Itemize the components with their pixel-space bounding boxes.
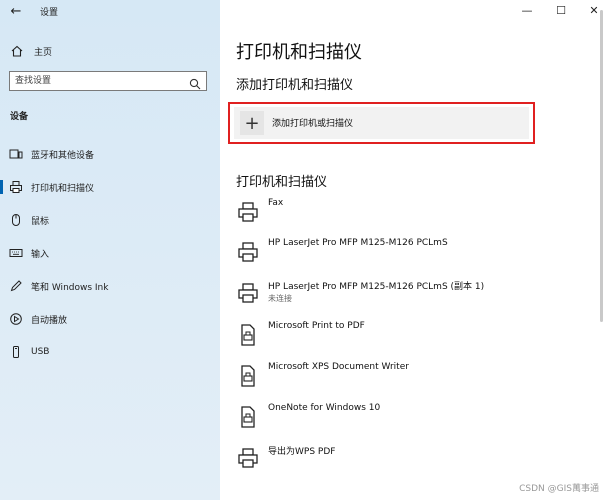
sidebar-item-label: 自动播放: [31, 315, 68, 326]
page-title: 打印机和扫描仪: [236, 42, 362, 63]
printer-name: OneNote for Windows 10: [268, 403, 381, 413]
printer-item-fax[interactable]: Fax: [220, 196, 600, 236]
printer-name: Fax: [268, 198, 284, 208]
printer-name: HP LaserJet Pro MFP M125-M126 PCLmS (副本 …: [268, 282, 485, 292]
printer-item-hp-copy[interactable]: HP LaserJet Pro MFP M125-M126 PCLmS (副本 …: [220, 277, 600, 317]
printer-icon: [236, 446, 260, 470]
document-printer-icon: [236, 323, 260, 347]
printer-list-title: 打印机和扫描仪: [236, 175, 328, 190]
home-icon: [10, 44, 24, 58]
back-arrow-icon[interactable]: ←: [8, 4, 24, 20]
sidebar-item-label: 打印机和扫描仪: [31, 183, 95, 194]
plus-icon: +: [240, 111, 264, 135]
search-icon[interactable]: [189, 75, 201, 90]
printer-item-ms-pdf[interactable]: Microsoft Print to PDF: [220, 319, 600, 359]
printer-icon: [9, 180, 23, 194]
watermark: CSDN @GIS萬事通: [519, 484, 599, 494]
main-content: 打印机和扫描仪 添加打印机和扫描仪 + 添加打印机或扫描仪 打印机和扫描仪 Fa…: [220, 0, 607, 500]
app-title: 设置: [40, 8, 59, 18]
keyboard-icon: [9, 246, 23, 260]
printer-item-wps[interactable]: 导出为WPS PDF: [220, 442, 600, 482]
add-printer-button[interactable]: + 添加打印机或扫描仪: [234, 107, 529, 139]
printer-icon: [236, 240, 260, 264]
sidebar-item-bluetooth[interactable]: 蓝牙和其他设备: [0, 143, 220, 165]
printer-item-hp[interactable]: HP LaserJet Pro MFP M125-M126 PCLmS: [220, 236, 600, 276]
pen-icon: [9, 279, 23, 293]
mouse-icon: [9, 213, 23, 227]
printer-status: 未连接: [268, 294, 292, 303]
sidebar-item-typing[interactable]: 输入: [0, 242, 220, 264]
printer-name: Microsoft XPS Document Writer: [268, 362, 409, 372]
bluetooth-devices-icon: [9, 147, 23, 161]
add-section-title: 添加打印机和扫描仪: [236, 78, 354, 93]
home-label: 主页: [34, 47, 53, 58]
nav-home[interactable]: 主页: [10, 42, 52, 60]
search-box[interactable]: [9, 71, 207, 91]
sidebar-item-printers[interactable]: 打印机和扫描仪: [0, 176, 220, 198]
add-printer-highlight: + 添加打印机或扫描仪: [228, 102, 535, 144]
active-indicator: [0, 180, 3, 194]
sidebar-item-label: 输入: [31, 249, 50, 260]
document-printer-icon: [236, 405, 260, 429]
printer-name: Microsoft Print to PDF: [268, 321, 365, 331]
sidebar-item-label: USB: [31, 347, 50, 357]
usb-icon: [9, 345, 23, 359]
autoplay-icon: [9, 312, 23, 326]
printer-icon: [236, 200, 260, 224]
sidebar-item-usb[interactable]: USB: [0, 341, 220, 363]
minimize-icon[interactable]: —: [518, 3, 536, 19]
document-printer-icon: [236, 364, 260, 388]
sidebar-item-pen[interactable]: 笔和 Windows Ink: [0, 275, 220, 297]
printer-icon: [236, 281, 260, 305]
sidebar-section-label: 设备: [10, 112, 29, 122]
sidebar-item-mouse[interactable]: 鼠标: [0, 209, 220, 231]
printer-item-xps[interactable]: Microsoft XPS Document Writer: [220, 360, 600, 400]
printer-name: HP LaserJet Pro MFP M125-M126 PCLmS: [268, 238, 448, 248]
printer-item-onenote[interactable]: OneNote for Windows 10: [220, 401, 600, 441]
sidebar-item-autoplay[interactable]: 自动播放: [0, 308, 220, 330]
sidebar-item-label: 笔和 Windows Ink: [31, 282, 109, 293]
sidebar-item-label: 鼠标: [31, 216, 50, 227]
sidebar: 主页 设备 蓝牙和其他设备 打印机和扫描仪 鼠标 输入: [0, 0, 220, 500]
search-input[interactable]: [15, 74, 185, 88]
scrollbar[interactable]: [600, 10, 603, 322]
printer-name: 导出为WPS PDF: [268, 447, 336, 457]
maximize-icon[interactable]: ☐: [552, 3, 570, 19]
add-printer-label: 添加打印机或扫描仪: [272, 119, 354, 129]
sidebar-item-label: 蓝牙和其他设备: [31, 150, 95, 161]
title-bar: ← 设置 — ☐ ✕: [0, 0, 607, 24]
